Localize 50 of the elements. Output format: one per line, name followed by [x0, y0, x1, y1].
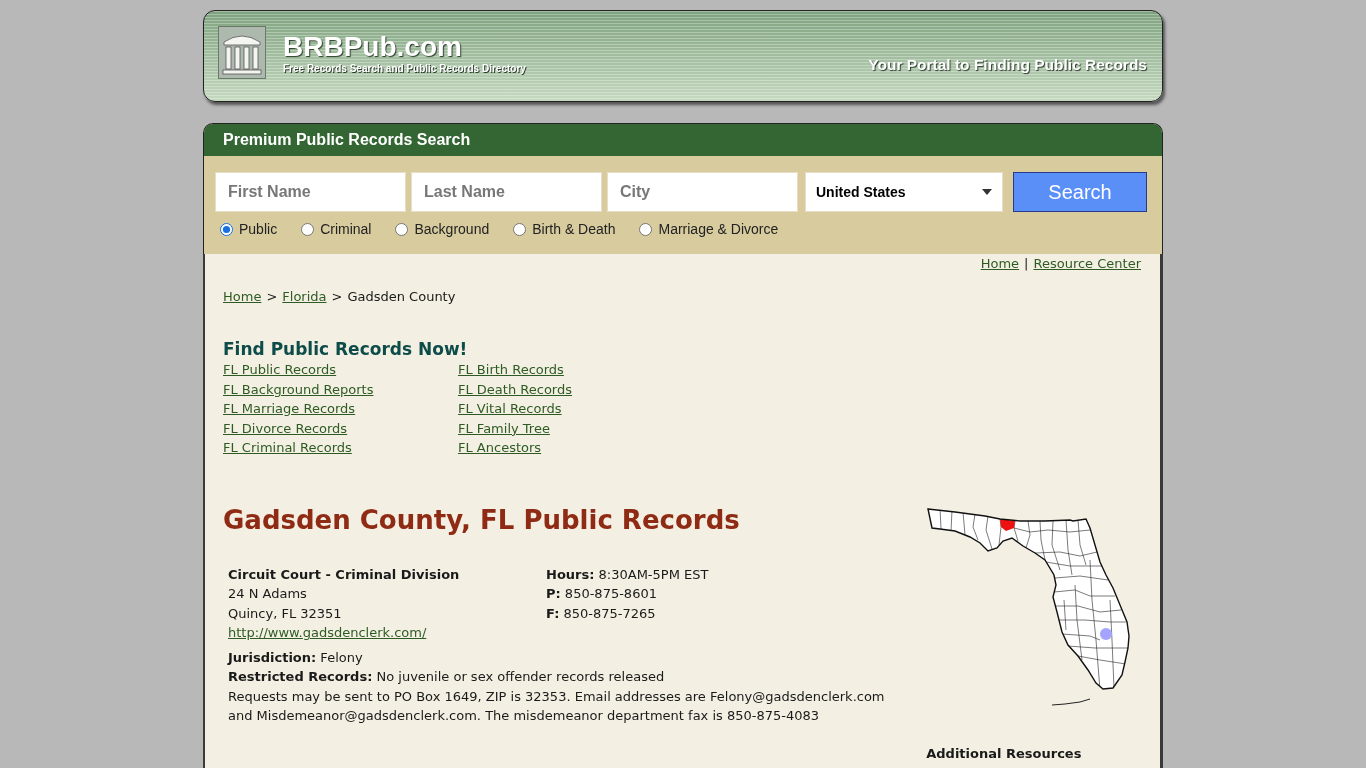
caret-icon[interactable] — [982, 189, 992, 195]
sidebar-heading: Additional Resources — [926, 744, 1082, 763]
link-separator: | — [1024, 256, 1029, 271]
records-link[interactable]: FL Ancestors — [458, 440, 542, 455]
office-contact-detail: F: 850-875-7265 — [546, 604, 656, 623]
radio-button[interactable] — [513, 222, 527, 236]
records-link[interactable]: FL Family Tree — [458, 420, 550, 436]
office-contact-detail: P: 850-875-8601 — [546, 585, 657, 603]
office-contact-detail: Hours: 8:30AM-5PM EST — [546, 565, 709, 584]
office-website-link[interactable]: http://www.gadsdenclerk.com/ — [228, 625, 427, 640]
records-link[interactable]: FL Public Records — [223, 362, 337, 377]
country-select[interactable]: United States — [805, 172, 1003, 212]
nav-link[interactable]: Home — [980, 256, 1020, 271]
office-address: 24 N Adams — [228, 585, 307, 603]
office-note: Restricted Records: No juvenile or sex offender records released — [228, 668, 665, 686]
record-type-label[interactable]: Criminal — [320, 221, 372, 237]
site-tagline: Free Records Search and Public Records Directory — [283, 63, 526, 75]
office-name: Circuit Court - Criminal Division — [228, 565, 460, 584]
page-title: Gadsden County, FL Public Records — [223, 503, 740, 536]
records-link[interactable]: FL Vital Records — [458, 401, 562, 416]
site-slogan: Your Portal to Finding Public Records — [868, 55, 1147, 75]
search-input-field[interactable]: First Name — [215, 172, 406, 212]
record-type-label[interactable]: Marriage & Divorce — [658, 221, 779, 237]
records-link[interactable]: FL Death Records — [458, 381, 572, 397]
office-address: Quincy, FL 32351 — [228, 604, 342, 623]
breadcrumb-separator: > — [266, 289, 278, 304]
search-input-field[interactable]: City — [607, 172, 798, 212]
records-link[interactable]: FL Background Reports — [223, 381, 374, 397]
nav-link[interactable]: Resource Center — [1033, 256, 1141, 271]
search-title-bar: Premium Public Records Search — [204, 124, 1162, 156]
find-records-heading: Find Public Records Now! — [223, 338, 468, 360]
records-link[interactable]: FL Divorce Records — [223, 420, 348, 436]
radio-button[interactable] — [395, 222, 409, 236]
breadcrumb-link[interactable]: Florida — [282, 289, 327, 304]
breadcrumb-separator: > — [331, 289, 343, 304]
search-input-field[interactable]: Last Name — [411, 172, 602, 212]
record-type-label[interactable]: Background — [414, 221, 490, 237]
office-description: Requests may be sent to PO Box 1649, ZIP is 32353. Email addresses are Felony@gadsdenclerk.com and Misdemeanor@gadsdenclerk.com. The misdemeanor department fax is 850-875-4083 — [228, 687, 886, 725]
breadcrumb-current: Gadsden County — [347, 289, 456, 304]
records-link[interactable]: FL Birth Records — [458, 362, 564, 377]
columns-building-icon[interactable] — [218, 26, 266, 79]
records-link[interactable]: FL Criminal Records — [223, 440, 352, 455]
radio-button[interactable] — [220, 222, 233, 236]
office-note: Jurisdiction: Felony — [228, 648, 363, 667]
records-link[interactable]: FL Marriage Records — [223, 401, 356, 416]
radio-button[interactable] — [639, 222, 653, 236]
breadcrumb-link[interactable]: Home — [223, 289, 262, 304]
record-type-label[interactable]: Public — [239, 221, 278, 237]
record-type-label[interactable]: Birth & Death — [532, 221, 616, 237]
radio-button[interactable] — [301, 222, 315, 236]
